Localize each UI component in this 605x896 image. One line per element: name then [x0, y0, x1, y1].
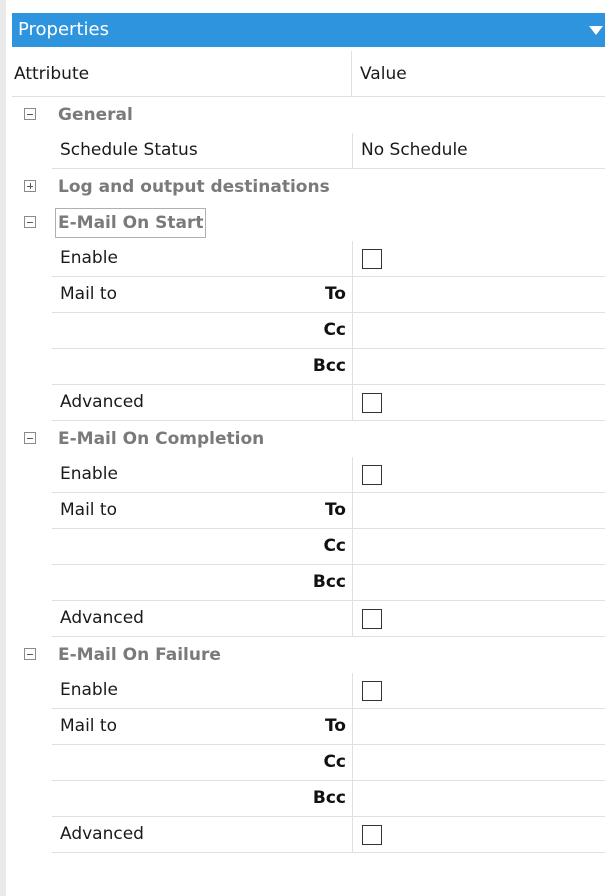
section-email-on-start[interactable]: E-Mail On Start	[12, 205, 605, 241]
property-name: Mail to To	[52, 277, 353, 313]
property-grid: Attribute Value General Schedule Status …	[12, 51, 605, 853]
to-field[interactable]	[353, 709, 605, 745]
to-label: To	[324, 716, 346, 736]
bcc-field[interactable]	[353, 349, 605, 385]
advanced-checkbox[interactable]	[362, 393, 382, 413]
section-title: E-Mail On Completion	[58, 429, 265, 449]
section-email-on-completion[interactable]: E-Mail On Completion	[12, 421, 605, 457]
enable-checkbox[interactable]	[362, 249, 382, 269]
property-row-cc[interactable]: Cc	[12, 313, 605, 349]
collapse-icon[interactable]	[24, 108, 36, 120]
cc-label: Cc	[323, 752, 346, 772]
property-name: Advanced	[52, 385, 353, 421]
bcc-label: Bcc	[312, 788, 346, 808]
property-row-cc[interactable]: Cc	[12, 745, 605, 781]
section-general[interactable]: General	[12, 97, 605, 133]
property-row-schedule-status[interactable]: Schedule Status No Schedule	[12, 133, 605, 169]
section-title: General	[58, 105, 133, 125]
collapse-icon[interactable]	[24, 432, 36, 444]
property-label: Enable	[60, 248, 118, 268]
advanced-checkbox[interactable]	[362, 609, 382, 629]
grid-header: Attribute Value	[12, 51, 605, 97]
bcc-label: Bcc	[312, 356, 346, 376]
property-value	[353, 241, 605, 277]
property-name: Mail to To	[52, 709, 353, 745]
bcc-label: Bcc	[312, 572, 346, 592]
property-row-bcc[interactable]: Bcc	[12, 781, 605, 817]
property-label: Enable	[60, 680, 118, 700]
panel-titlebar: Properties	[12, 13, 605, 47]
collapse-icon[interactable]	[24, 648, 36, 660]
property-row-mail-to[interactable]: Mail to To	[12, 709, 605, 745]
column-header-attribute[interactable]: Attribute	[12, 51, 352, 97]
property-name: Advanced	[52, 817, 353, 853]
property-value	[353, 385, 605, 421]
panel-title: Properties	[18, 19, 109, 40]
property-value	[353, 817, 605, 853]
property-label: Advanced	[60, 608, 144, 628]
property-value	[353, 457, 605, 493]
to-field[interactable]	[353, 277, 605, 313]
to-field[interactable]	[353, 493, 605, 529]
property-name: Mail to To	[52, 493, 353, 529]
expand-icon[interactable]	[24, 180, 36, 192]
property-row-bcc[interactable]: Bcc	[12, 565, 605, 601]
cc-field[interactable]	[353, 313, 605, 349]
enable-checkbox[interactable]	[362, 681, 382, 701]
property-label: Mail to	[60, 500, 118, 520]
to-label: To	[324, 500, 346, 520]
property-label: Mail to	[60, 716, 118, 736]
property-row-advanced[interactable]: Advanced	[12, 385, 605, 421]
property-name: Enable	[52, 241, 353, 277]
bcc-field[interactable]	[353, 781, 605, 817]
collapse-icon[interactable]	[24, 216, 36, 228]
property-label: Enable	[60, 464, 118, 484]
property-row-advanced[interactable]: Advanced	[12, 817, 605, 853]
property-value	[353, 673, 605, 709]
enable-checkbox[interactable]	[362, 465, 382, 485]
property-row-bcc[interactable]: Bcc	[12, 349, 605, 385]
property-name: Enable	[52, 673, 353, 709]
property-name: Schedule Status	[52, 133, 353, 169]
property-label: Mail to	[60, 284, 118, 304]
property-row-mail-to[interactable]: Mail to To	[12, 493, 605, 529]
property-row-advanced[interactable]: Advanced	[12, 601, 605, 637]
property-row-enable[interactable]: Enable	[12, 241, 605, 277]
property-label: Advanced	[60, 392, 144, 412]
cc-label: Cc	[323, 536, 346, 556]
property-row-enable[interactable]: Enable	[12, 457, 605, 493]
property-name: Bcc	[52, 349, 353, 385]
cc-field[interactable]	[353, 529, 605, 565]
to-label: To	[324, 284, 346, 304]
property-name: Cc	[52, 529, 353, 565]
property-name: Cc	[52, 313, 353, 349]
bcc-field[interactable]	[353, 565, 605, 601]
section-title: E-Mail On Failure	[58, 645, 221, 665]
section-title: E-Mail On Start	[55, 208, 207, 238]
property-row-mail-to[interactable]: Mail to To	[12, 277, 605, 313]
advanced-checkbox[interactable]	[362, 825, 382, 845]
property-label: Advanced	[60, 824, 144, 844]
property-row-enable[interactable]: Enable	[12, 673, 605, 709]
property-label: Schedule Status	[60, 140, 198, 160]
property-value	[353, 601, 605, 637]
property-value[interactable]: No Schedule	[353, 133, 605, 169]
property-row-cc[interactable]: Cc	[12, 529, 605, 565]
property-name: Enable	[52, 457, 353, 493]
property-name: Bcc	[52, 781, 353, 817]
section-email-on-failure[interactable]: E-Mail On Failure	[12, 637, 605, 673]
chevron-down-icon[interactable]	[589, 26, 603, 35]
cc-field[interactable]	[353, 745, 605, 781]
column-header-value[interactable]: Value	[360, 51, 407, 97]
section-log-output[interactable]: Log and output destinations	[12, 169, 605, 205]
property-name: Cc	[52, 745, 353, 781]
section-title: Log and output destinations	[58, 177, 330, 197]
property-name: Advanced	[52, 601, 353, 637]
cc-label: Cc	[323, 320, 346, 340]
properties-panel: Properties Attribute Value General Sched…	[0, 0, 605, 896]
property-name: Bcc	[52, 565, 353, 601]
